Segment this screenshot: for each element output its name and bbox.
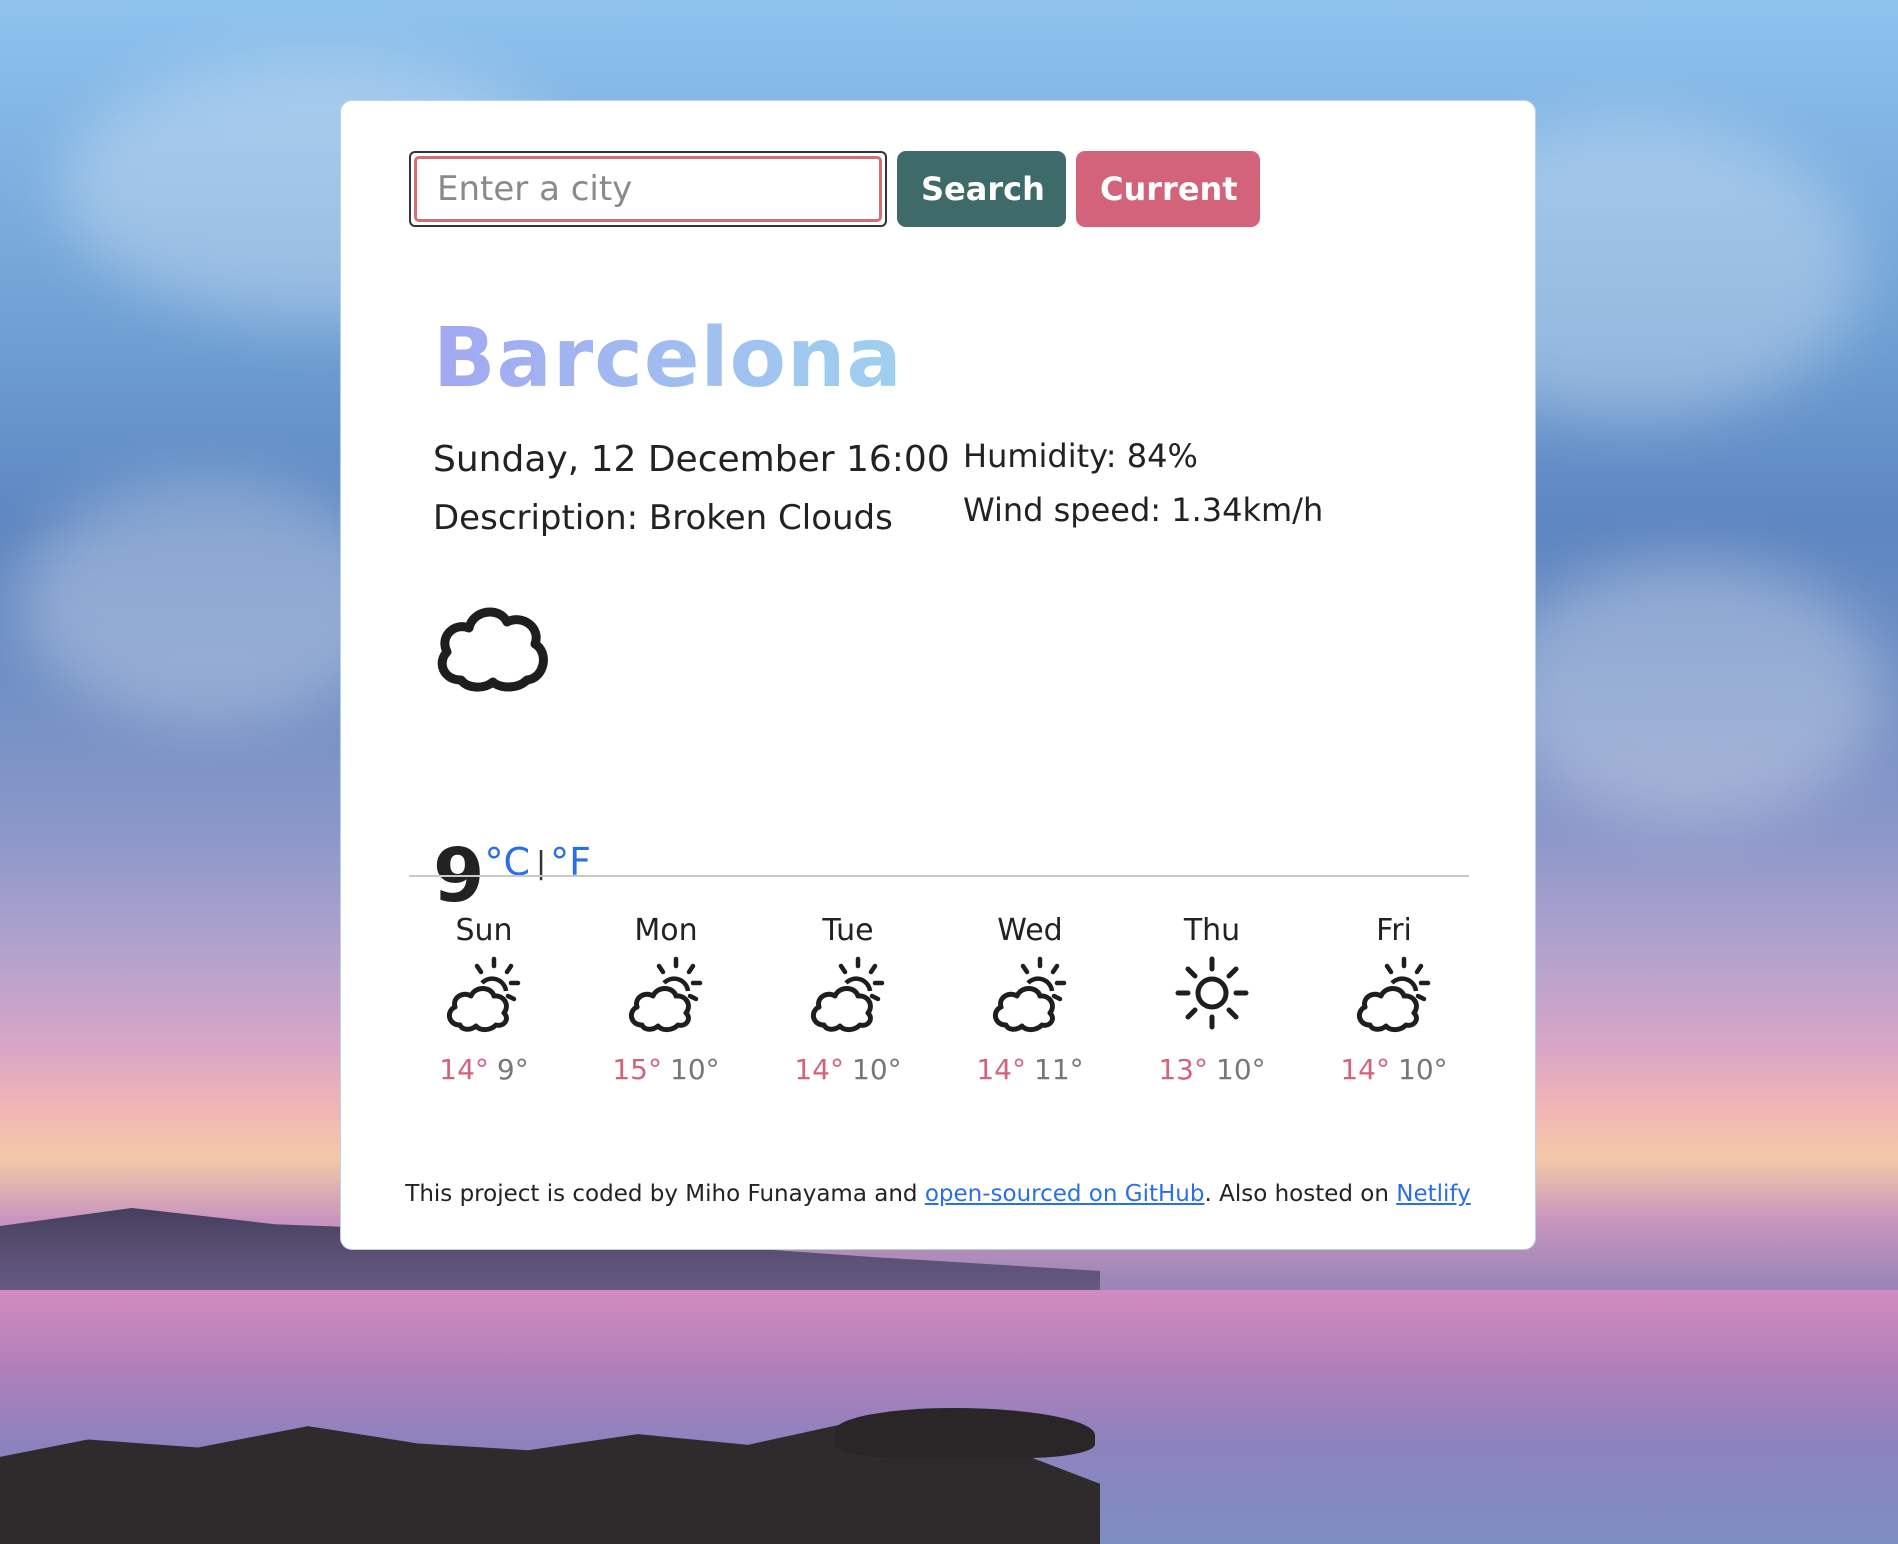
forecast-min-temp: 10° xyxy=(670,1053,720,1086)
forecast-temperatures: 15° 10° xyxy=(591,1053,741,1086)
partly-sunny-icon xyxy=(409,951,559,1035)
search-input-focus-ring xyxy=(409,151,887,227)
forecast-max-temp: 14° xyxy=(794,1053,844,1086)
forecast-day-name: Tue xyxy=(822,913,874,948)
wind-speed: Wind speed: 1.34km/h xyxy=(963,491,1324,529)
forecast-day-name: Fri xyxy=(1376,913,1412,948)
github-link[interactable]: open-sourced on GitHub xyxy=(925,1181,1205,1207)
forecast-temperatures: 13° 10° xyxy=(1137,1053,1287,1086)
forecast-day: Wed 14° 11° xyxy=(955,911,1105,1086)
forecast-day: Tue 14° 10° xyxy=(773,911,923,1086)
humidity: Humidity: 84% xyxy=(963,437,1198,475)
fahrenheit-link[interactable]: °F xyxy=(550,840,591,884)
forecast-max-temp: 15° xyxy=(612,1053,662,1086)
city-search-input[interactable] xyxy=(414,156,882,222)
forecast-max-temp: 13° xyxy=(1158,1053,1208,1086)
forecast-temperatures: 14° 11° xyxy=(955,1053,1105,1086)
forecast-temperatures: 14° 9° xyxy=(409,1053,559,1086)
forecast-list: Sun 14° 9° Mon 15° 10° Tue 14° 10° Wed 14° 1… xyxy=(409,911,1469,1086)
search-button[interactable]: Search xyxy=(897,151,1066,227)
broken-clouds-icon xyxy=(433,596,553,700)
weather-info-right: Humidity: 84% Wind speed: 1.34km/h xyxy=(963,429,1323,537)
forecast-day-name: Wed xyxy=(997,913,1063,948)
weather-description: Description: Broken Clouds xyxy=(433,498,893,538)
forecast-min-temp: 10° xyxy=(1216,1053,1266,1086)
forecast-day: Fri 14° 10° xyxy=(1319,911,1469,1086)
city-name: Barcelona xyxy=(433,311,903,406)
forecast-temperatures: 14° 10° xyxy=(773,1053,923,1086)
forecast-min-temp: 10° xyxy=(1398,1053,1448,1086)
partly-sunny-icon xyxy=(773,951,923,1035)
forecast-min-temp: 11° xyxy=(1034,1053,1084,1086)
footer: This project is coded by Miho Funayama a… xyxy=(341,1181,1535,1207)
weather-card: Search Current Barcelona Sunday, 12 Dece… xyxy=(340,100,1536,1250)
footer-text: This project is coded by Miho Funayama a… xyxy=(405,1181,925,1207)
background-rock xyxy=(835,1408,1095,1458)
partly-sunny-icon xyxy=(591,951,741,1035)
date-time: Sunday, 12 December 16:00 xyxy=(433,439,950,480)
netlify-link[interactable]: Netlify xyxy=(1396,1181,1470,1207)
forecast-day-name: Mon xyxy=(634,913,698,948)
forecast-day-name: Thu xyxy=(1183,913,1241,948)
forecast-temperatures: 14° 10° xyxy=(1319,1053,1469,1086)
forecast-max-temp: 14° xyxy=(1340,1053,1390,1086)
forecast-min-temp: 9° xyxy=(496,1053,529,1086)
partly-sunny-icon xyxy=(1319,951,1469,1035)
forecast-max-temp: 14° xyxy=(976,1053,1026,1086)
forecast-day: Mon 15° 10° xyxy=(591,911,741,1086)
partly-sunny-icon xyxy=(955,951,1105,1035)
celsius-link[interactable]: °C xyxy=(485,840,531,884)
forecast-day-name: Sun xyxy=(455,913,513,948)
sun-icon xyxy=(1137,951,1287,1035)
forecast-min-temp: 10° xyxy=(852,1053,902,1086)
weather-info-left: Sunday, 12 December 16:00 Description: B… xyxy=(433,431,950,547)
forecast-day: Sun 14° 9° xyxy=(409,911,559,1086)
divider xyxy=(409,875,1469,877)
footer-text: . Also hosted on xyxy=(1204,1181,1397,1207)
search-form: Search Current xyxy=(409,151,1260,227)
current-location-button[interactable]: Current xyxy=(1076,151,1260,227)
forecast-day: Thu 13° 10° xyxy=(1137,911,1287,1086)
forecast-max-temp: 14° xyxy=(439,1053,489,1086)
background-cloud xyxy=(1500,560,1880,820)
